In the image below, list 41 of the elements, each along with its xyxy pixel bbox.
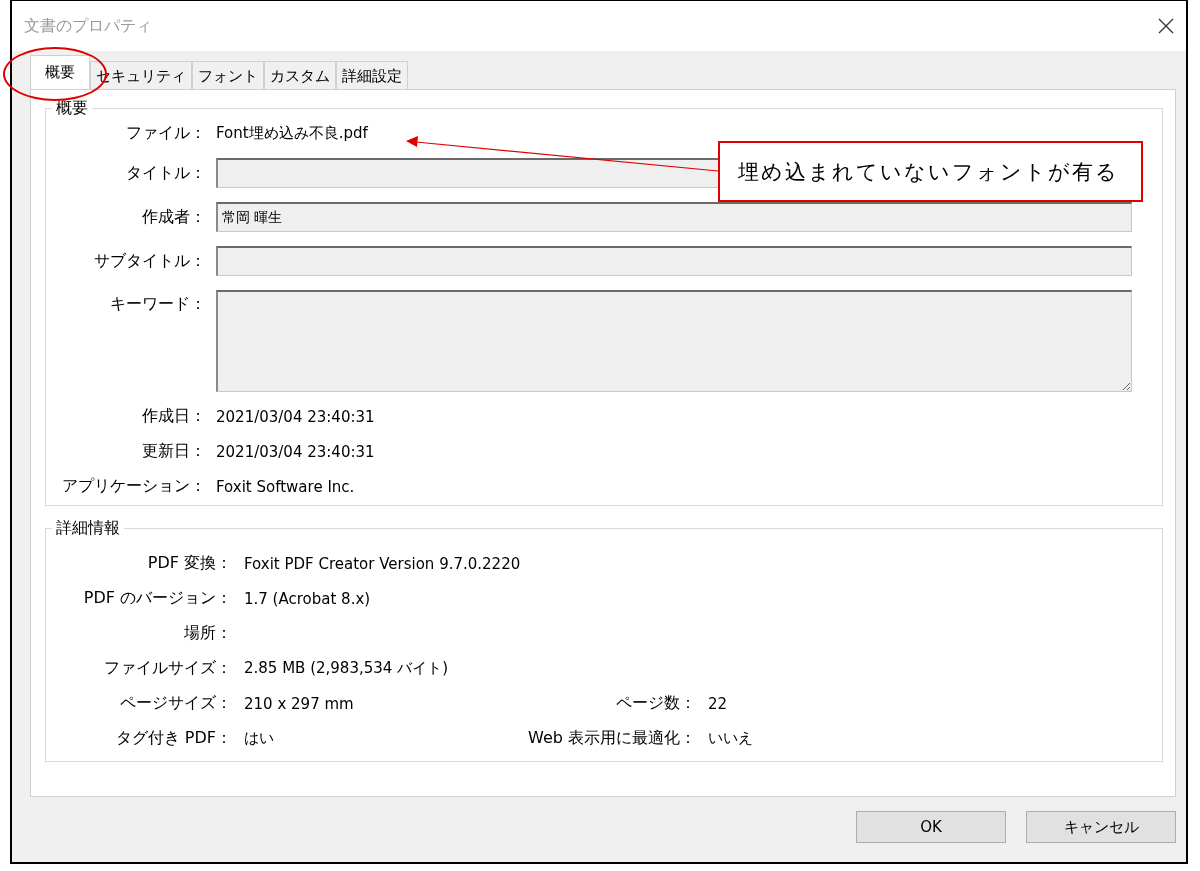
group-title: 概要	[55, 98, 89, 119]
field-label: PDF のバージョン：	[82, 588, 232, 609]
field-label: 更新日：	[141, 441, 206, 462]
group-title: 詳細情報	[55, 518, 121, 539]
field-label: Web 表示用に最適化：	[527, 728, 696, 749]
tab[interactable]: 詳細設定	[336, 61, 408, 89]
field-value: Foxit Software Inc.	[216, 477, 356, 496]
field-label: 作成者：	[141, 206, 206, 228]
input-field[interactable]: 常岡 暉生	[216, 202, 1132, 232]
field-value: 2021/03/04 23:40:31	[216, 407, 376, 426]
field-label: タグ付き PDF：	[114, 728, 232, 749]
field-value: 2.85 MB (2,983,534 バイト)	[244, 659, 449, 678]
field-label: ファイル：	[125, 123, 206, 144]
dialog-button[interactable]: OK	[856, 811, 1006, 843]
tab[interactable]: フォント	[192, 61, 264, 89]
callout-tooltip: 埋め込まれていないフォントが有る	[718, 141, 1143, 202]
window-title: 文書のプロパティ	[24, 15, 152, 37]
field-label: 場所：	[183, 623, 232, 644]
field-value: 2021/03/04 23:40:31	[216, 442, 376, 461]
field-value: 210 x 297 mm	[244, 694, 355, 713]
field-value: いいえ	[708, 729, 754, 748]
field-label: PDF 変換：	[146, 553, 232, 574]
field-label: 作成日：	[141, 406, 206, 427]
field-label: ファイルサイズ：	[103, 658, 232, 679]
dialog-button[interactable]: キャンセル	[1026, 811, 1176, 843]
field-label: タイトル：	[125, 162, 206, 184]
field-label: サブタイトル：	[93, 250, 206, 272]
field-label: キーワード：	[109, 293, 206, 315]
field-value: はい	[244, 729, 275, 748]
input-field[interactable]	[216, 246, 1132, 276]
close-icon[interactable]	[1158, 18, 1174, 34]
field-value: 1.7 (Acrobat 8.x)	[244, 589, 372, 608]
field-value: Font埋め込み不良.pdf	[216, 124, 369, 143]
tab[interactable]: カスタム	[264, 61, 336, 89]
text-area[interactable]	[216, 290, 1132, 392]
field-label: ページサイズ：	[119, 693, 232, 714]
tab[interactable]: 概要	[30, 55, 90, 89]
field-label: ページ数：	[615, 693, 696, 714]
field-label: アプリケーション：	[61, 476, 206, 497]
field-value: 22	[708, 694, 729, 713]
field-value: Foxit PDF Creator Version 9.7.0.2220	[244, 554, 522, 573]
